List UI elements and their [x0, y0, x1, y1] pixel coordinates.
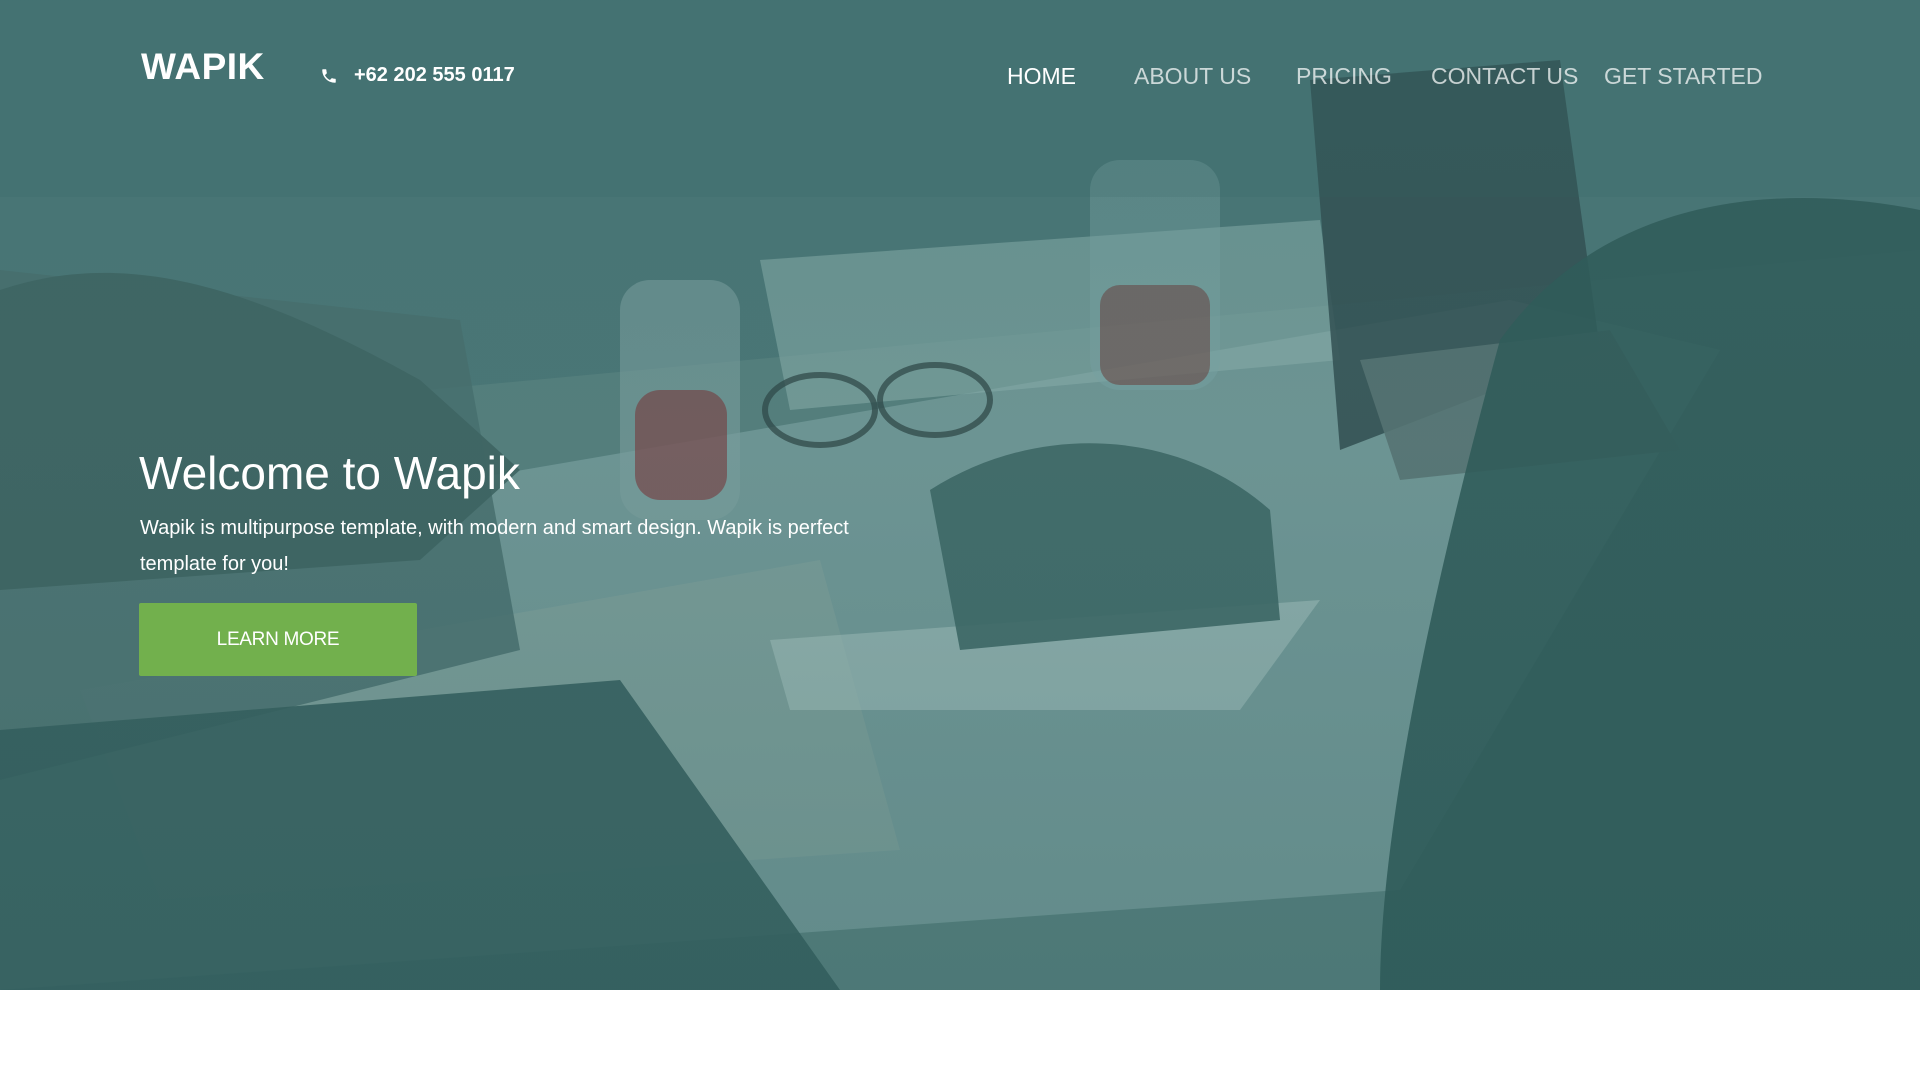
hero-title: Welcome to Wapik: [139, 447, 520, 499]
learn-more-button[interactable]: LEARN MORE: [139, 603, 417, 676]
nav-contact-us[interactable]: CONTACT US: [1431, 63, 1578, 90]
header-band: [0, 0, 1920, 197]
hero-subtitle: Wapik is multipurpose template, with mod…: [140, 517, 849, 575]
nav-get-started[interactable]: GET STARTED: [1604, 63, 1762, 90]
nav-home[interactable]: HOME: [1007, 63, 1076, 90]
hero-section: WAPIK +62 202 555 0117 HOME ABOUT US PRI…: [0, 0, 1920, 990]
nav-about-us[interactable]: ABOUT US: [1134, 63, 1251, 90]
main-nav: HOME ABOUT US PRICING CONTACT US GET STA…: [0, 63, 1920, 93]
nav-pricing[interactable]: PRICING: [1296, 63, 1392, 90]
